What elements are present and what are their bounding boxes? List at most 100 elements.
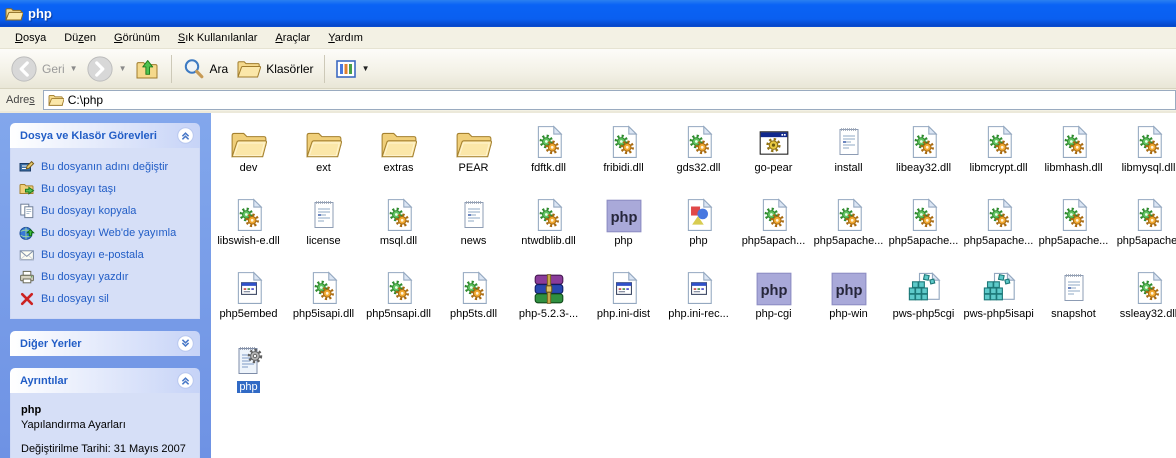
file-item-label: php5apache... [962,235,1036,247]
file-item-php5embed[interactable]: php5embed [211,264,286,337]
chevron-up-icon[interactable] [177,372,194,389]
file-item-news[interactable]: news [436,191,511,264]
file-tasks-panel-header[interactable]: Dosya ve Klasör Görevleri [10,123,200,148]
task-item-rename[interactable]: Bu dosyanın adını değiştir [17,156,193,178]
folder-small-icon [48,93,64,107]
file-item-php5apache[interactable]: php5apache... [811,191,886,264]
file-item-license[interactable]: license [286,191,361,264]
task-item-print[interactable]: Bu dosyayı yazdır [17,266,193,288]
file-item-php5nsapi-dll[interactable]: php5nsapi.dll [361,264,436,337]
menu-item-g-r-n-m[interactable]: Görünüm [105,29,169,47]
chevron-up-icon[interactable] [177,127,194,144]
dll-icon [532,191,566,233]
details-modified-date: Değiştirilme Tarihi: 31 Mayıs 2007 Perşe… [21,442,189,458]
file-item-php5isapi-dll[interactable]: php5isapi.dll [286,264,361,337]
menu-item-dosya[interactable]: Dosya [6,29,55,47]
file-item-libeay32-dll[interactable]: libeay32.dll [886,118,961,191]
text-icon [1058,264,1090,306]
file-item-fribidi-dll[interactable]: fribidi.dll [586,118,661,191]
file-item-msql-dll[interactable]: msql.dll [361,191,436,264]
file-item-snapshot[interactable]: snapshot [1036,264,1111,337]
svg-text:php: php [835,283,862,299]
file-item-pear[interactable]: PEAR [436,118,511,191]
back-button[interactable]: Geri ▼ [6,53,82,85]
file-item-ntwdblib-dll[interactable]: ntwdblib.dll [511,191,586,264]
task-item-email[interactable]: Bu dosyayı e-postala [17,244,193,266]
file-item-php5apach[interactable]: php5apach... [736,191,811,264]
file-item-php[interactable]: phpphp [586,191,661,264]
task-item-move[interactable]: Bu dosyayı taşı [17,178,193,200]
folders-button[interactable]: Klasörler [232,55,317,83]
dll-icon [1132,118,1166,160]
file-item-libmcrypt-dll[interactable]: libmcrypt.dll [961,118,1036,191]
other-places-panel-header[interactable]: Diğer Yerler [10,331,200,356]
dll-icon [532,118,566,160]
file-item-label: php [237,381,259,393]
file-item-label: ntwdblib.dll [519,235,577,247]
dll-icon [982,118,1016,160]
file-item-php-ini-rec[interactable]: php.ini-rec... [661,264,736,337]
forward-dropdown-icon[interactable]: ▼ [119,64,127,73]
delete-icon [19,291,35,307]
file-item-php[interactable]: php [211,337,286,410]
task-item-copy[interactable]: Bu dosyayı kopyala [17,200,193,222]
other-places-panel-title: Diğer Yerler [20,338,82,350]
task-item-publish[interactable]: Bu dosyayı Web'de yayımla [17,222,193,244]
address-path[interactable]: C:\php [68,93,103,107]
details-panel-header[interactable]: Ayrıntılar [10,368,200,393]
up-button[interactable] [131,54,165,84]
menu-item-ara-lar[interactable]: Araçlar [266,29,319,47]
menu-item-yard-m[interactable]: Yardım [319,29,372,47]
folder-open-icon [5,6,23,22]
dll-icon [832,191,866,233]
file-item-label: snapshot [1049,308,1098,320]
folder-up-icon [135,56,161,82]
forward-button[interactable]: ▼ [82,53,131,85]
task-item-delete[interactable]: Bu dosyayı sil [17,288,193,310]
file-item-libmhash-dll[interactable]: libmhash.dll [1036,118,1111,191]
file-item-php-ini-dist[interactable]: php.ini-dist [586,264,661,337]
chevron-down-icon[interactable] [177,335,194,352]
address-input[interactable]: C:\php [43,90,1176,110]
file-item-dev[interactable]: dev [211,118,286,191]
dll-icon [757,191,791,233]
file-item-libswish-e-dll[interactable]: libswish-e.dll [211,191,286,264]
file-item-go-pear[interactable]: go-pear [736,118,811,191]
file-item-label: libswish-e.dll [215,235,281,247]
file-item-php5apache[interactable]: php5apache... [886,191,961,264]
file-item-label: php5apache... [812,235,886,247]
details-file-type: Yapılandırma Ayarları [21,418,189,433]
file-item-install[interactable]: install [811,118,886,191]
file-item-php5apache[interactable]: php5apache. [1111,191,1176,264]
menu-item-s-k-kullan-lanlar[interactable]: Sık Kullanılanlar [169,29,267,47]
file-item-fdftk-dll[interactable]: fdftk.dll [511,118,586,191]
file-item-pws-php5isapi[interactable]: pws-php5isapi [961,264,1036,337]
file-item-ssleay32-dll[interactable]: ssleay32.dll [1111,264,1176,337]
file-item-php5ts-dll[interactable]: php5ts.dll [436,264,511,337]
file-item-php-5-2-3[interactable]: php-5.2.3-... [511,264,586,337]
back-dropdown-icon[interactable]: ▼ [70,64,78,73]
other-places-panel: Diğer Yerler [10,331,200,356]
file-item-php-cgi[interactable]: phpphp-cgi [736,264,811,337]
svg-text:php: php [610,210,637,226]
search-button[interactable]: Ara [178,55,233,83]
file-item-php5apache[interactable]: php5apache... [1036,191,1111,264]
file-item-php[interactable]: php [661,191,736,264]
file-item-libmysql-dll[interactable]: libmysql.dll [1111,118,1176,191]
views-button[interactable]: ▼ [331,56,374,82]
file-item-php-win[interactable]: phpphp-win [811,264,886,337]
publish-icon [19,225,35,241]
file-item-label: ext [314,162,333,174]
menu-item-d-zen[interactable]: Düzen [55,29,105,47]
file-item-label: php [687,235,709,247]
file-item-ext[interactable]: ext [286,118,361,191]
file-item-gds32-dll[interactable]: gds32.dll [661,118,736,191]
file-item-php5apache[interactable]: php5apache... [961,191,1036,264]
file-item-pws-php5cgi[interactable]: pws-php5cgi [886,264,961,337]
file-item-extras[interactable]: extras [361,118,436,191]
dll-icon [682,118,716,160]
file-item-label: php5isapi.dll [291,308,356,320]
task-pane: Dosya ve Klasör Görevleri Bu dosyanın ad… [0,113,211,458]
task-item-label: Bu dosyayı taşı [41,183,116,195]
views-dropdown-icon[interactable]: ▼ [362,64,370,73]
